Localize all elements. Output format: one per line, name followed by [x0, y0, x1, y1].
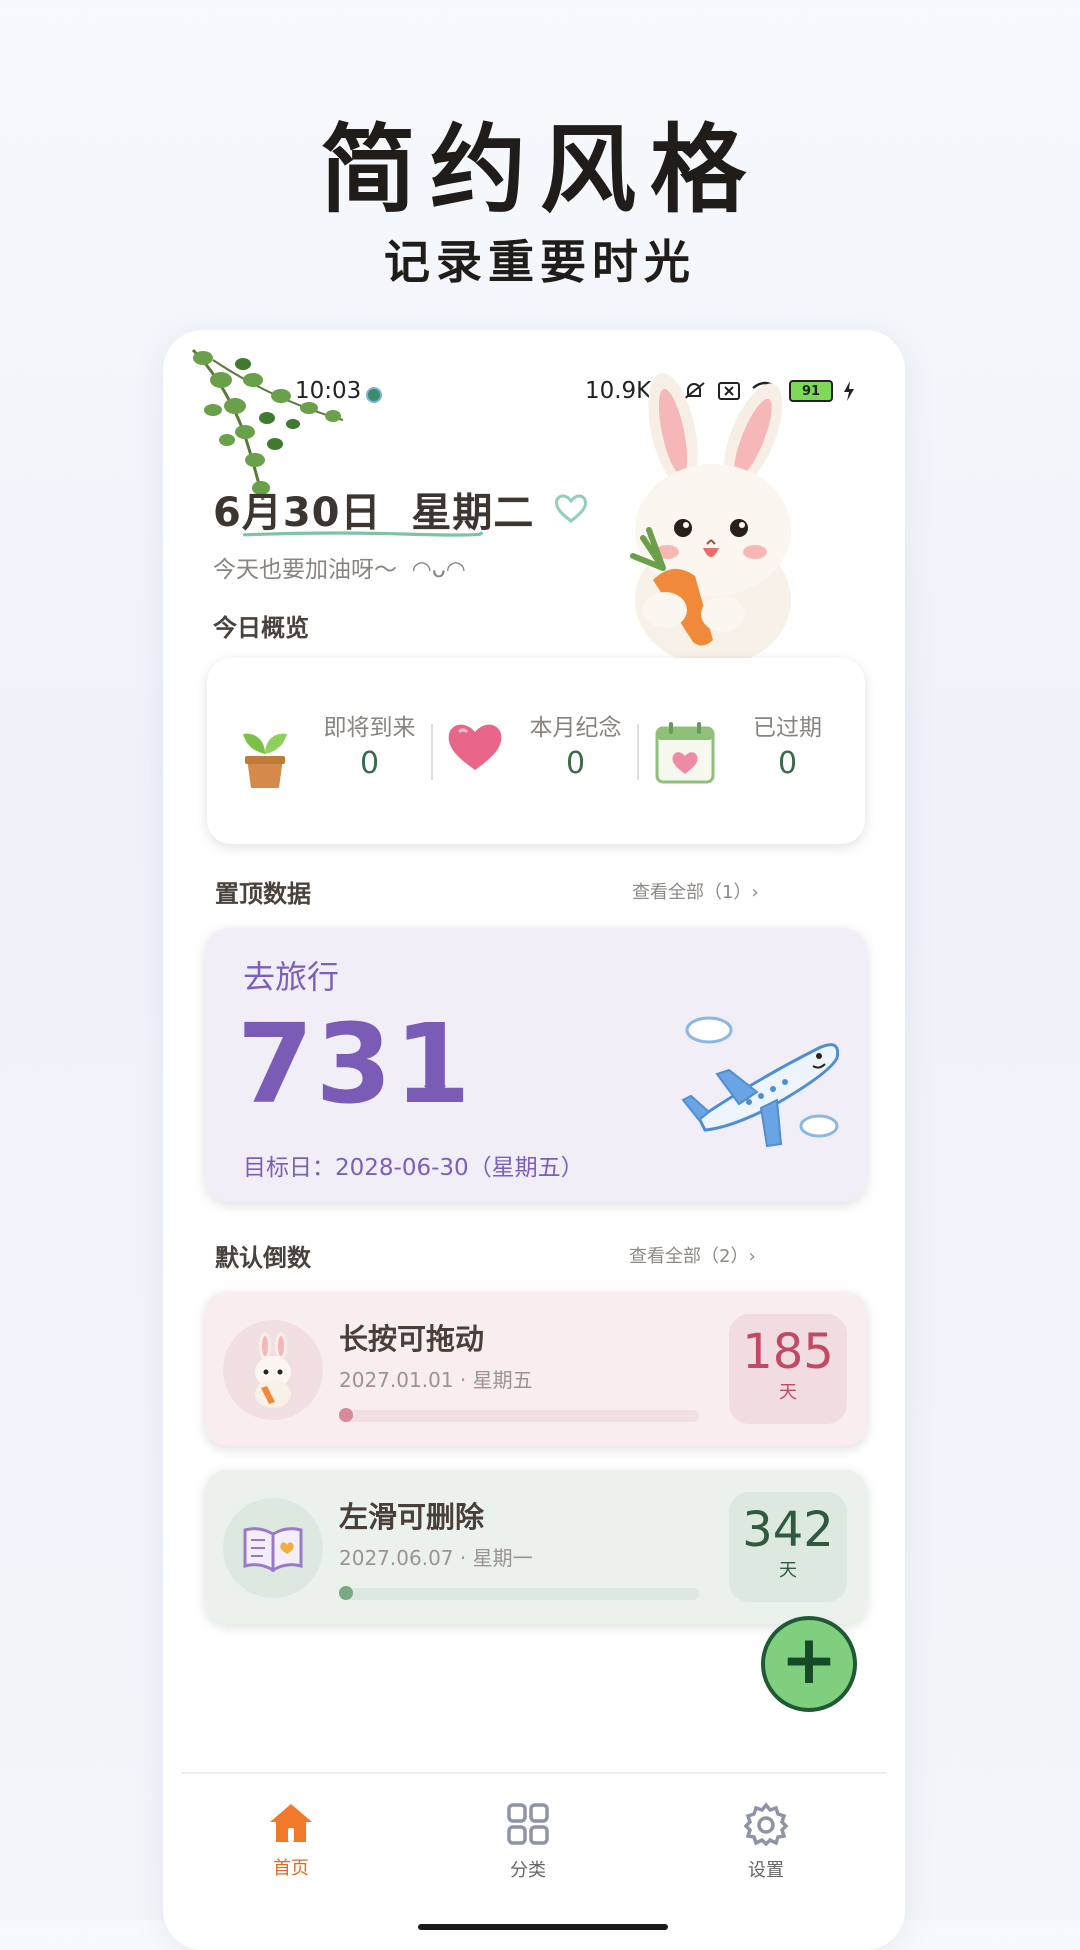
- avatar: [223, 1320, 323, 1420]
- divider: [431, 724, 433, 780]
- charging-icon: [844, 381, 854, 401]
- pinned-title: 置顶数据: [215, 880, 311, 908]
- overview-value-month: 0: [565, 746, 586, 781]
- overview-card: 即将到来 0 本月纪念 0 已过期 0: [207, 658, 865, 844]
- overview-upcoming[interactable]: 即将到来 0: [237, 708, 437, 808]
- tab-label-home: 首页: [273, 1858, 309, 1879]
- days-number: 185: [742, 1324, 834, 1380]
- days-unit: 天: [779, 1560, 797, 1581]
- gear-icon: [743, 1802, 789, 1847]
- overview-label-upcoming: 即将到来: [323, 715, 416, 741]
- pinned-card[interactable]: 去旅行 731 天 目标日：2028-06-30（星期五）: [205, 928, 867, 1202]
- phone-screen: 10:03 10.9K/s 91 6月30日 星期二 今天也要加油呀～ ◠ᴗ◠ …: [163, 330, 905, 1950]
- home-indicator: [418, 1924, 668, 1930]
- pinned-days: 731: [237, 1000, 473, 1128]
- defaults-title: 默认倒数: [215, 1244, 311, 1272]
- motto: 今天也要加油呀～ ◠ᴗ◠: [213, 557, 466, 583]
- bottom-tab-bar: 首页 分类 设置: [181, 1772, 887, 1914]
- pinned-target-date: 目标日：2028-06-30（星期五）: [243, 1155, 584, 1181]
- overview-title: 今日概览: [213, 614, 309, 642]
- airplane-icon: [681, 1016, 840, 1148]
- add-button[interactable]: +: [761, 1616, 857, 1712]
- tab-label-category: 分类: [510, 1860, 546, 1881]
- countdown-item[interactable]: 长按可拖动 2027.01.01 · 星期五 185 天: [205, 1292, 867, 1446]
- countdown-title: 左滑可删除: [339, 1500, 485, 1534]
- progress-fill: [339, 1408, 353, 1422]
- overview-value-upcoming: 0: [359, 746, 380, 781]
- overview-expired[interactable]: 已过期 0: [653, 708, 853, 808]
- pinned-unit: 天: [423, 1074, 447, 1102]
- grid-icon: [507, 1803, 549, 1845]
- pinned-see-all-link[interactable]: 查看全部（1）›: [632, 878, 759, 904]
- progress-bar: [339, 1586, 699, 1600]
- calendar-heart-icon: [655, 722, 715, 784]
- tab-category[interactable]: 分类: [458, 1802, 598, 1882]
- countdown-date: 2027.06.07 · 星期一: [339, 1546, 533, 1570]
- defaults-see-all-link[interactable]: 查看全部（2）›: [629, 1242, 756, 1268]
- plus-icon: +: [780, 1621, 838, 1700]
- avatar: [223, 1498, 323, 1598]
- overview-label-expired: 已过期: [753, 715, 822, 741]
- countdown-item[interactable]: 左滑可删除 2027.06.07 · 星期一 342 天: [205, 1470, 867, 1624]
- countdown-title: 长按可拖动: [339, 1322, 485, 1356]
- pinned-name: 去旅行: [243, 958, 340, 996]
- bunny-icon: [255, 1332, 291, 1408]
- overview-this-month[interactable]: 本月纪念 0: [445, 708, 645, 808]
- home-icon: [270, 1804, 312, 1842]
- tab-label-settings: 设置: [748, 1860, 784, 1881]
- days-badge: 342 天: [729, 1492, 847, 1602]
- overview-label-month: 本月纪念: [529, 715, 622, 741]
- sprout-pot-icon: [243, 733, 287, 788]
- countdown-date: 2027.01.01 · 星期五: [339, 1368, 533, 1392]
- heart-outline-icon: [555, 494, 587, 523]
- divider: [637, 724, 639, 780]
- progress-fill: [339, 1586, 353, 1600]
- overview-value-expired: 0: [777, 746, 798, 781]
- progress-bar: [339, 1408, 699, 1422]
- heart-icon: [448, 724, 502, 770]
- bunny-carrot-icon: [630, 373, 791, 666]
- tab-home[interactable]: 首页: [221, 1802, 361, 1880]
- book-icon: [243, 1527, 303, 1572]
- days-number: 342: [742, 1502, 834, 1558]
- date-underline-icon: [243, 531, 484, 537]
- promo-subtitle: 记录重要时光: [384, 235, 696, 289]
- days-unit: 天: [779, 1382, 797, 1403]
- tab-settings[interactable]: 设置: [696, 1802, 836, 1882]
- days-badge: 185 天: [729, 1314, 847, 1424]
- status-dot-icon: [366, 387, 382, 403]
- promo-title: 简约风格: [320, 113, 760, 226]
